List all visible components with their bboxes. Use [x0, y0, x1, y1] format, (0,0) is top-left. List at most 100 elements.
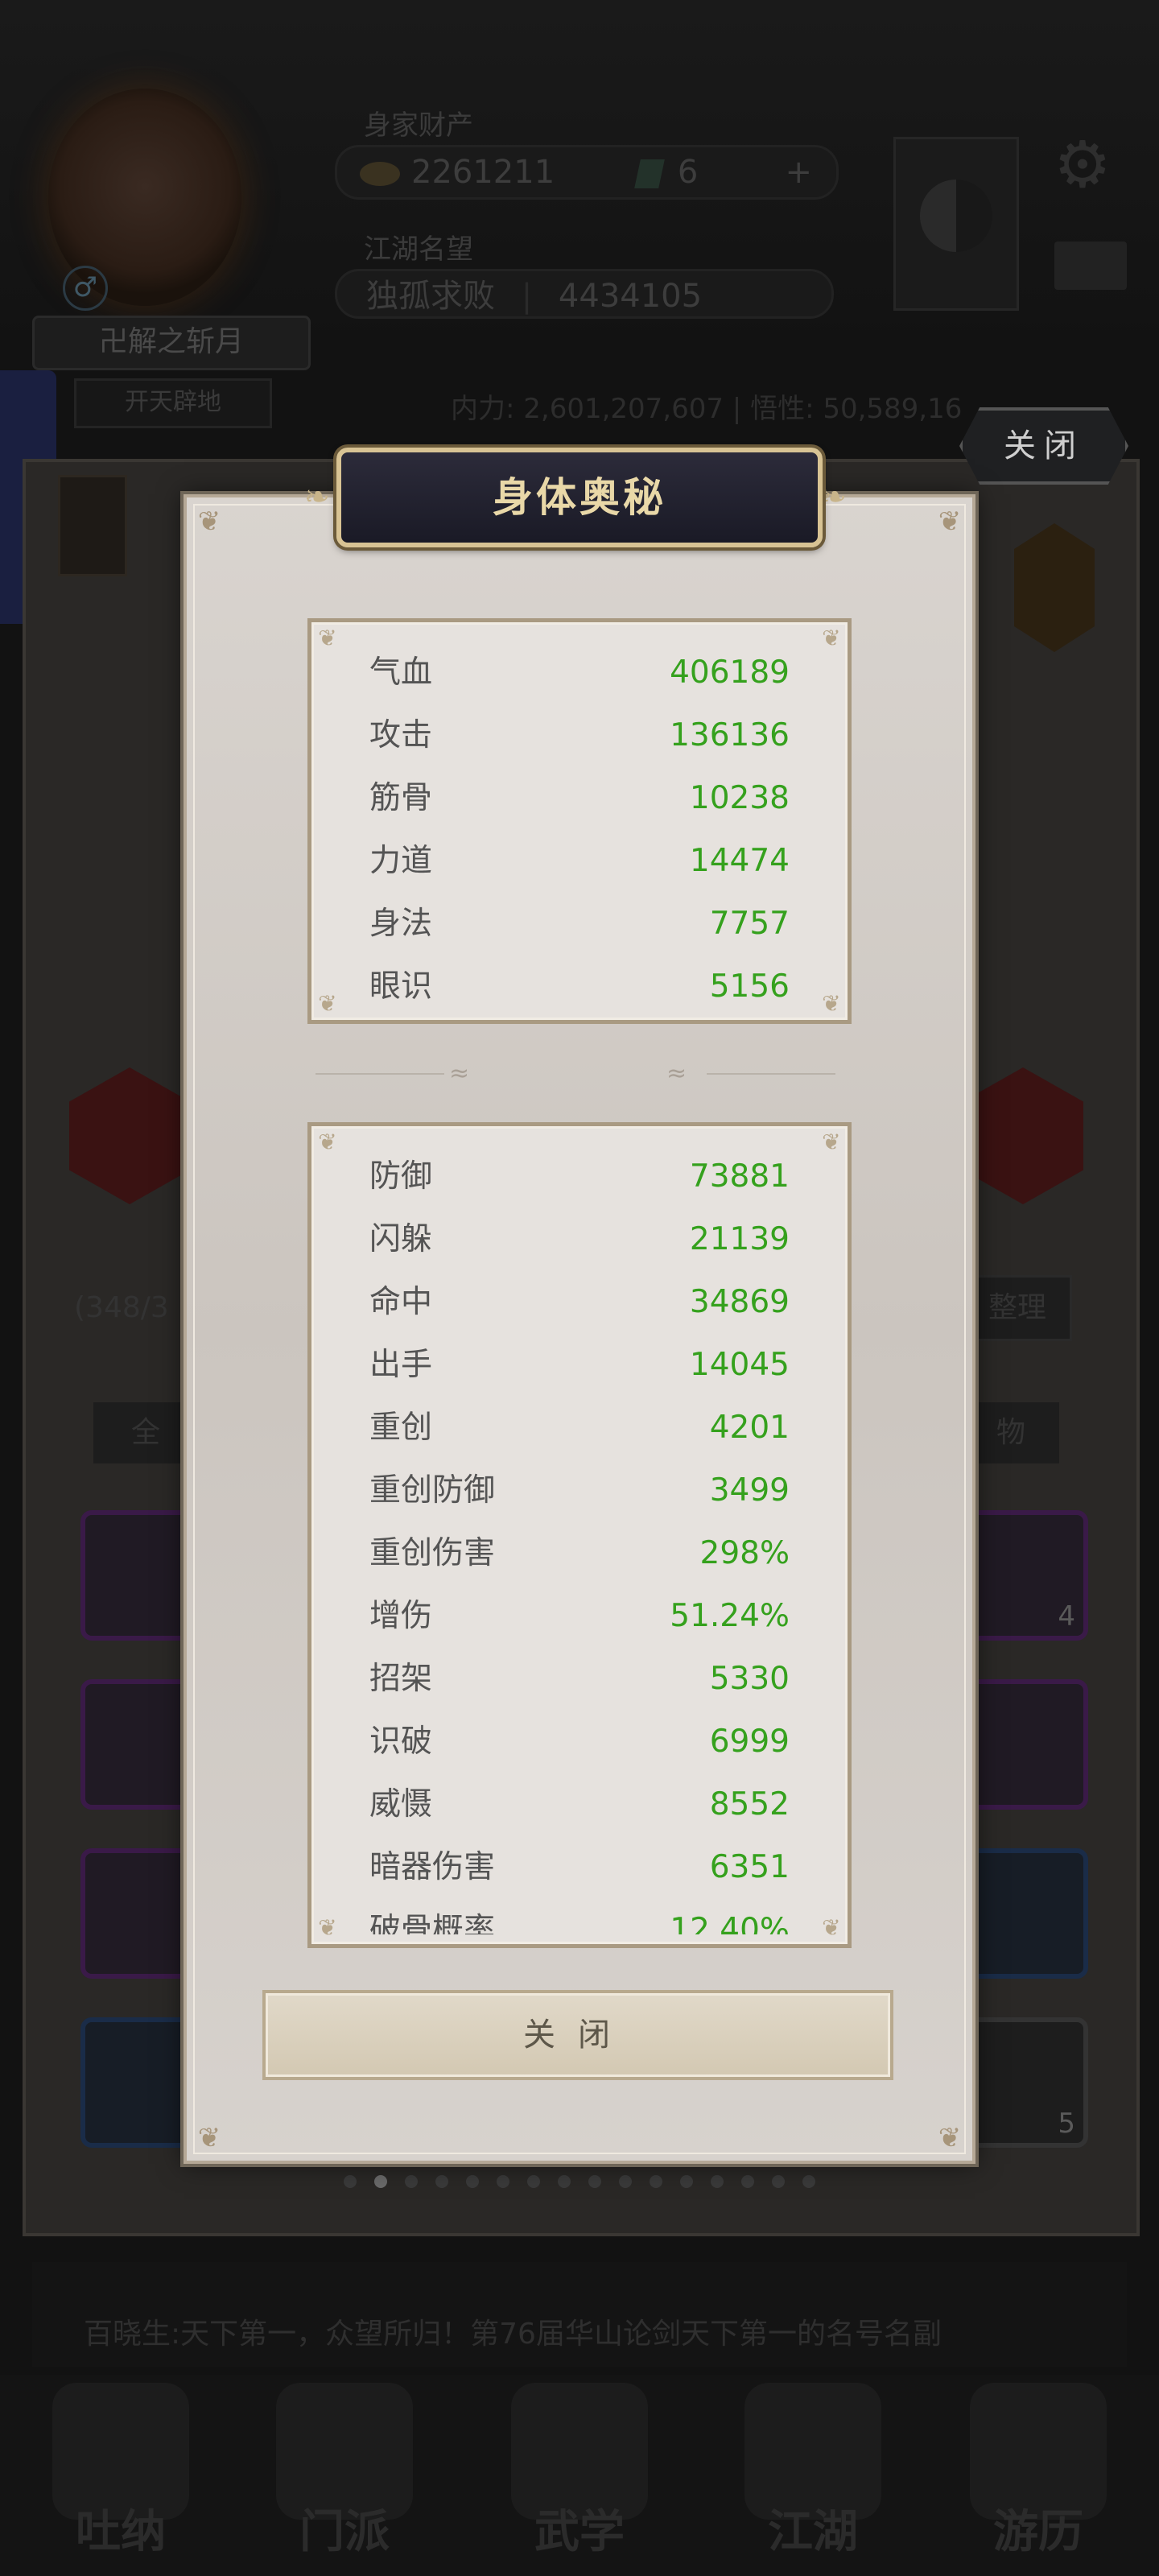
page-dot[interactable]: [527, 2175, 540, 2188]
stat-label: 气血: [369, 654, 433, 691]
filter-item-tab[interactable]: 物: [963, 1402, 1059, 1463]
inventory-slot[interactable]: 4: [958, 1510, 1088, 1641]
nav-youli[interactable]: 游历: [950, 2383, 1127, 2568]
stat-label: 重创: [369, 1410, 433, 1446]
nav-tuna[interactable]: 吐纳: [32, 2383, 209, 2568]
page-dot[interactable]: [772, 2175, 785, 2188]
stat-label: 出手: [369, 1347, 433, 1383]
settings-gear-icon[interactable]: ⚙: [1046, 129, 1119, 201]
page-dot[interactable]: [344, 2175, 357, 2188]
page-dot[interactable]: [802, 2175, 815, 2188]
corner-ornament-icon: ❦: [938, 506, 962, 538]
nav-jianghu[interactable]: 江湖: [724, 2383, 901, 2568]
stat-value: 5330: [709, 1661, 790, 1697]
player-title: 卍解之斩月: [32, 316, 311, 370]
stat-label: 暗器伤害: [369, 1849, 496, 1885]
close-tab-button[interactable]: 关闭: [959, 407, 1128, 485]
stat-value: 6999: [709, 1724, 790, 1760]
stat-row-strength: 力道 14474: [311, 830, 848, 893]
page-dot[interactable]: [466, 2175, 479, 2188]
stat-row-parry: 招架 5330: [311, 1648, 848, 1711]
stat-row-initiative: 出手 14045: [311, 1334, 848, 1397]
stat-row-attack: 攻击 136136: [311, 704, 848, 767]
power-stats-line: 内力: 2,601,207,607 | 悟性: 50,589,16: [451, 393, 963, 425]
stat-value: 4201: [709, 1410, 790, 1446]
stat-row-hp: 气血 406189: [311, 642, 848, 704]
nav-label: 江湖: [768, 2506, 858, 2558]
gender-icon: ♂: [63, 266, 108, 311]
taiji-emblem-icon[interactable]: [893, 137, 1019, 311]
assets-label: 身家财产: [364, 109, 473, 142]
slot-count: 5: [1058, 2107, 1075, 2140]
fame-title: 独孤求败: [366, 278, 495, 315]
page-dot[interactable]: [711, 2175, 724, 2188]
page-dot[interactable]: [588, 2175, 601, 2188]
stat-value: 21139: [689, 1221, 790, 1257]
stat-row-hit: 命中 34869: [311, 1271, 848, 1334]
stat-label: 识破: [369, 1724, 433, 1760]
stat-value: 73881: [689, 1158, 790, 1195]
stat-row-dodge: 闪躲 21139: [311, 1208, 848, 1271]
page-dot[interactable]: [435, 2175, 448, 2188]
sort-button[interactable]: 整理: [963, 1275, 1072, 1341]
stat-label: 眼识: [369, 968, 433, 1005]
page-dot[interactable]: [497, 2175, 509, 2188]
page-dot[interactable]: [680, 2175, 693, 2188]
stat-label: 筋骨: [369, 780, 433, 816]
slot-count: 4: [1058, 1600, 1075, 1633]
stat-label: 重创伤害: [369, 1535, 496, 1571]
banner-wing-icon: ❧: [821, 479, 847, 514]
modal-title: 身体奥秘: [336, 448, 823, 547]
fame-value: 4434105: [558, 278, 703, 315]
secondary-stats-scroll[interactable]: 防御 73881 闪躲 21139 命中 34869 出手 14045 重创 4201 重…: [311, 1146, 848, 1934]
modal-close-button[interactable]: 关闭: [262, 1990, 893, 2080]
stat-value: 3499: [709, 1472, 790, 1509]
mail-icon[interactable]: [1054, 242, 1127, 290]
stat-label: 攻击: [369, 717, 433, 753]
news-ticker: 百晓生:天下第一，众望所归！第76届华山论剑天下第一的名号名副: [32, 2262, 1127, 2367]
corner-ornament-icon: ❦: [197, 2122, 221, 2154]
stat-row-insight: 识破 6999: [311, 1711, 848, 1773]
medal-icon[interactable]: [1014, 523, 1095, 652]
page-dot-active[interactable]: [374, 2175, 387, 2188]
currency-bar: 2261211 6 +: [335, 145, 839, 200]
stat-row-critical-defense: 重创防御 3499: [311, 1459, 848, 1522]
secondary-stats-panel[interactable]: ❦ ❦ ❦ ❦ 防御 73881 闪躲 21139 命中 34869 出手 14045 …: [307, 1122, 852, 1948]
stat-row-hidden-weapon-damage: 暗器伤害 6351: [311, 1836, 848, 1899]
stat-label: 威慑: [369, 1786, 433, 1823]
fame-bar: 独孤求败 | 4434105: [335, 269, 834, 319]
stat-row-perception: 眼识 5156: [311, 956, 848, 1018]
page-indicator: [0, 2175, 1159, 2188]
page-dot[interactable]: [741, 2175, 754, 2188]
page-dot[interactable]: [619, 2175, 632, 2188]
inventory-slot[interactable]: 5: [958, 2017, 1088, 2148]
divider-ornament-icon: ≈: [666, 1059, 687, 1088]
fame-separator: |: [521, 278, 533, 315]
stat-label: 闪躲: [369, 1221, 433, 1257]
inventory-slot[interactable]: [958, 1679, 1088, 1810]
stat-label: 力道: [369, 843, 433, 879]
stat-label: 招架: [369, 1661, 433, 1697]
nav-wuxue[interactable]: 武学: [491, 2383, 668, 2568]
jade-value: 6: [677, 154, 699, 191]
nav-label: 门派: [299, 2506, 390, 2558]
stat-row-intimidate: 威慑 8552: [311, 1773, 848, 1836]
stat-row-critical-damage: 重创伤害 298%: [311, 1522, 848, 1585]
add-currency-button[interactable]: +: [785, 147, 812, 197]
gold-ingot-icon: [360, 162, 400, 186]
stat-value: 51.24%: [670, 1598, 790, 1634]
stat-value: 298%: [699, 1535, 790, 1571]
corner-ornament-icon: ❦: [318, 1914, 337, 1941]
post-tag-icon[interactable]: [58, 475, 127, 576]
inventory-slot[interactable]: [958, 1848, 1088, 1979]
filter-all-tab[interactable]: 全: [93, 1402, 198, 1463]
inventory-count: (348/3: [74, 1291, 169, 1324]
page-dot[interactable]: [558, 2175, 571, 2188]
player-sub-title: 开天辟地: [74, 378, 272, 428]
page-dot[interactable]: [650, 2175, 662, 2188]
page-dot[interactable]: [405, 2175, 418, 2188]
stat-row-constitution: 筋骨 10238: [311, 767, 848, 830]
section-divider: ≈ ≈: [316, 1059, 843, 1088]
stat-value: 5156: [709, 968, 790, 1005]
nav-menpai[interactable]: 门派: [256, 2383, 433, 2568]
